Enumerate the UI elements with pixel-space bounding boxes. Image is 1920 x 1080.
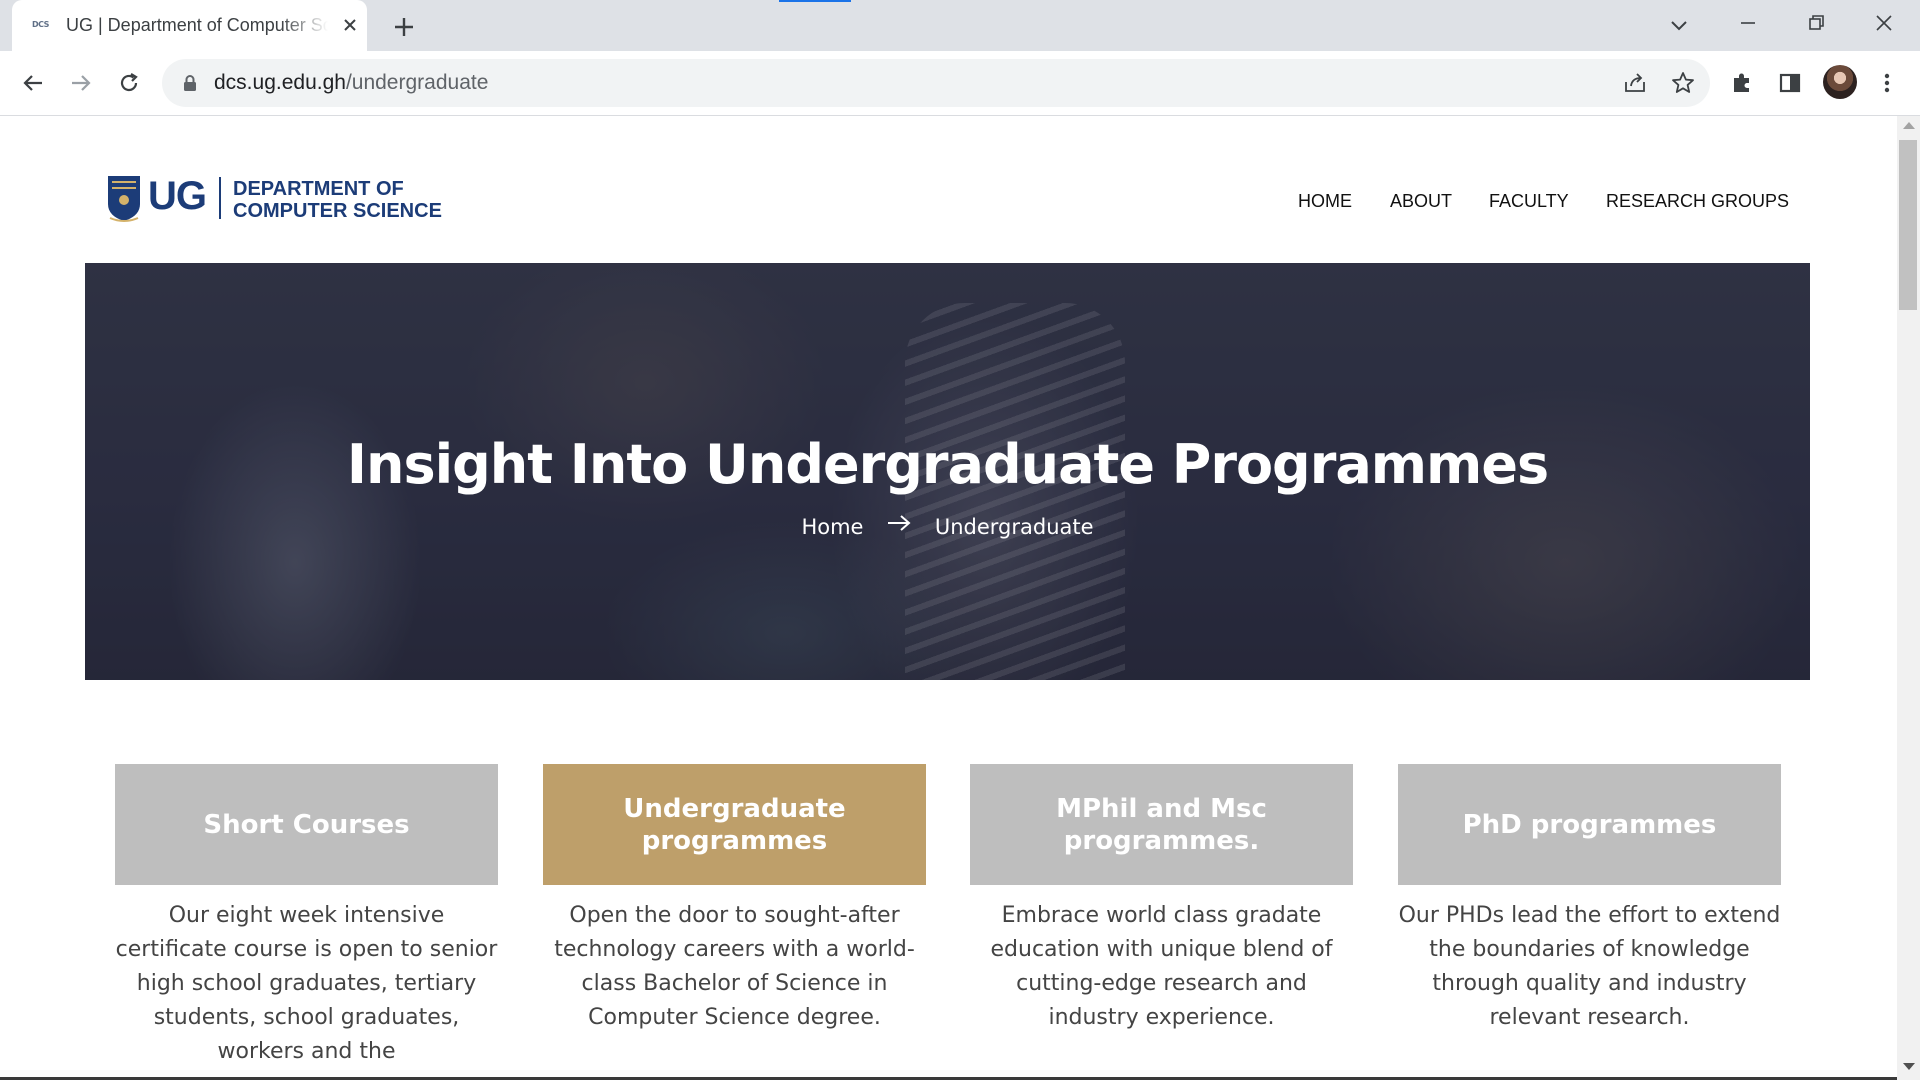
- new-tab-icon[interactable]: [390, 13, 418, 41]
- card-title: PhD programmes: [1462, 809, 1717, 840]
- extensions-puzzle-icon[interactable]: [1727, 68, 1757, 98]
- url-path: /undergraduate: [345, 71, 489, 94]
- share-icon[interactable]: [1622, 70, 1648, 96]
- url-text[interactable]: dcs.ug.edu.gh/undergraduate: [214, 70, 488, 96]
- card-short-courses-header[interactable]: Short Courses: [115, 764, 498, 885]
- logo-ug-text: UG: [148, 174, 207, 218]
- scroll-down-arrow-icon[interactable]: [1903, 1063, 1915, 1070]
- logo-department-text: DEPARTMENT OF COMPUTER SCIENCE: [233, 178, 442, 222]
- reload-icon[interactable]: [114, 68, 144, 98]
- card-undergraduate-header[interactable]: Undergraduate programmes: [543, 764, 926, 885]
- forward-icon[interactable]: [66, 68, 96, 98]
- url-host: dcs.ug.edu.gh: [214, 71, 346, 94]
- breadcrumb: Home Undergraduate: [85, 511, 1810, 542]
- window-close-icon[interactable]: [1869, 8, 1899, 38]
- back-icon[interactable]: [18, 68, 48, 98]
- tab-close-icon[interactable]: [339, 14, 361, 36]
- loading-indicator: [779, 0, 851, 2]
- nav-research-groups[interactable]: RESEARCH GROUPS: [1606, 190, 1789, 212]
- browser-tab-active[interactable]: DCS UG | Department of Computer Science: [12, 0, 367, 51]
- card-mphil-msc-description: Embrace world class gradate education wi…: [990, 903, 1333, 1030]
- logo-dept-line1: DEPARTMENT OF: [233, 178, 404, 200]
- favicon-icon: DCS: [32, 20, 49, 29]
- card-undergraduate-description: Open the door to sought-after technology…: [554, 903, 915, 1030]
- bookmark-star-icon[interactable]: [1670, 70, 1696, 96]
- page-title: Insight Into Undergraduate Programmes: [346, 433, 1549, 496]
- side-panel-icon[interactable]: [1775, 68, 1805, 98]
- card-mphil-msc-header[interactable]: MPhil and Msc programmes.: [970, 764, 1353, 885]
- card-phd-header[interactable]: PhD programmes: [1398, 764, 1781, 885]
- nav-faculty[interactable]: FACULTY: [1489, 190, 1569, 212]
- arrow-right-icon: [888, 515, 911, 531]
- breadcrumb-current: Undergraduate: [934, 515, 1094, 539]
- minimize-icon[interactable]: [1733, 8, 1763, 38]
- card-title: MPhil and Msc programmes.: [1056, 793, 1267, 856]
- card-title: Undergraduate programmes: [623, 793, 846, 856]
- site-header: UG DEPARTMENT OF COMPUTER SCIENCE HOME A…: [0, 116, 1897, 262]
- scrollbar-thumb[interactable]: [1899, 140, 1917, 310]
- nav-home[interactable]: HOME: [1298, 190, 1352, 212]
- breadcrumb-home-link[interactable]: Home: [801, 512, 863, 542]
- card-short-courses-description: Our eight week intensive certificate cou…: [115, 903, 498, 1064]
- address-bar[interactable]: dcs.ug.edu.gh/undergraduate: [162, 59, 1710, 107]
- card-title: Short Courses: [203, 809, 410, 840]
- profile-avatar[interactable]: [1823, 65, 1857, 99]
- logo-divider: [219, 177, 221, 219]
- tab-title: UG | Department of Computer Science: [66, 15, 328, 35]
- nav-about[interactable]: ABOUT: [1390, 190, 1452, 212]
- logo-dept-line2: COMPUTER SCIENCE: [233, 200, 442, 222]
- scroll-up-arrow-icon[interactable]: [1903, 122, 1915, 129]
- restore-icon[interactable]: [1801, 8, 1831, 38]
- lock-icon[interactable]: [182, 74, 198, 92]
- ug-crest-icon: [108, 176, 140, 222]
- hero-banner: Insight Into Undergraduate Programmes Ho…: [85, 263, 1810, 680]
- tab-strip: DCS UG | Department of Computer Science: [0, 0, 1920, 51]
- browser-toolbar: dcs.ug.edu.gh/undergraduate: [0, 51, 1920, 116]
- card-phd-description: Our PHDs lead the effort to extend the b…: [1398, 903, 1781, 1030]
- chevron-down-icon[interactable]: [1664, 12, 1694, 40]
- more-menu-icon[interactable]: [1872, 68, 1902, 98]
